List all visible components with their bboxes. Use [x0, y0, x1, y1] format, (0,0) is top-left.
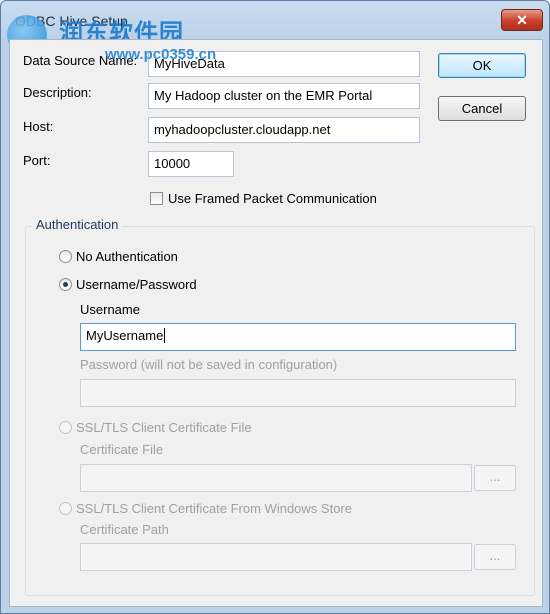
ssl-file-label: SSL/TLS Client Certificate File — [76, 420, 252, 435]
title-bar[interactable]: ODBC Hive Setup 润东软件园 ✕ — [1, 1, 549, 55]
ssl-store-label: SSL/TLS Client Certificate From Windows … — [76, 501, 352, 516]
cert-file-label: Certificate File — [80, 442, 164, 457]
ssl-file-radio[interactable] — [59, 421, 72, 434]
authentication-title: Authentication — [32, 217, 123, 232]
text-caret — [164, 328, 166, 343]
port-input[interactable]: 10000 — [148, 151, 234, 177]
close-icon: ✕ — [516, 12, 528, 28]
no-auth-label: No Authentication — [76, 249, 178, 264]
userpass-label: Username/Password — [76, 277, 197, 292]
ok-button[interactable]: OK — [438, 53, 526, 78]
dialog-body: Data Source Name: MyHiveData Description… — [9, 39, 543, 607]
cert-file-input[interactable] — [80, 464, 472, 492]
close-button[interactable]: ✕ — [501, 9, 543, 31]
host-input[interactable]: myhadoopcluster.cloudapp.net — [148, 117, 420, 143]
username-input[interactable]: MyUsername — [80, 323, 516, 351]
username-label: Username — [80, 302, 140, 317]
cert-path-input[interactable] — [80, 543, 472, 571]
description-input[interactable]: My Hadoop cluster on the EMR Portal — [148, 83, 420, 109]
host-label: Host: — [23, 119, 54, 134]
no-auth-radio[interactable] — [59, 250, 72, 263]
ssl-store-radio[interactable] — [59, 502, 72, 515]
cert-path-label: Certificate Path — [80, 522, 169, 537]
description-label: Description: — [23, 85, 92, 100]
userpass-radio[interactable] — [59, 278, 72, 291]
port-label: Port: — [23, 153, 51, 168]
watermark-url: www.pc0359.cn — [105, 46, 217, 63]
cert-path-browse-button[interactable]: ... — [474, 544, 516, 570]
dialog-window: ODBC Hive Setup 润东软件园 ✕ Data Source Name… — [0, 0, 550, 614]
cancel-button[interactable]: Cancel — [438, 96, 526, 121]
framed-packet-label: Use Framed Packet Communication — [168, 191, 377, 206]
password-input[interactable] — [80, 379, 516, 407]
framed-packet-checkbox[interactable] — [150, 192, 163, 205]
username-value: MyUsername — [86, 328, 164, 343]
cert-file-browse-button[interactable]: ... — [474, 465, 516, 491]
password-label: Password (will not be saved in configura… — [80, 357, 338, 372]
